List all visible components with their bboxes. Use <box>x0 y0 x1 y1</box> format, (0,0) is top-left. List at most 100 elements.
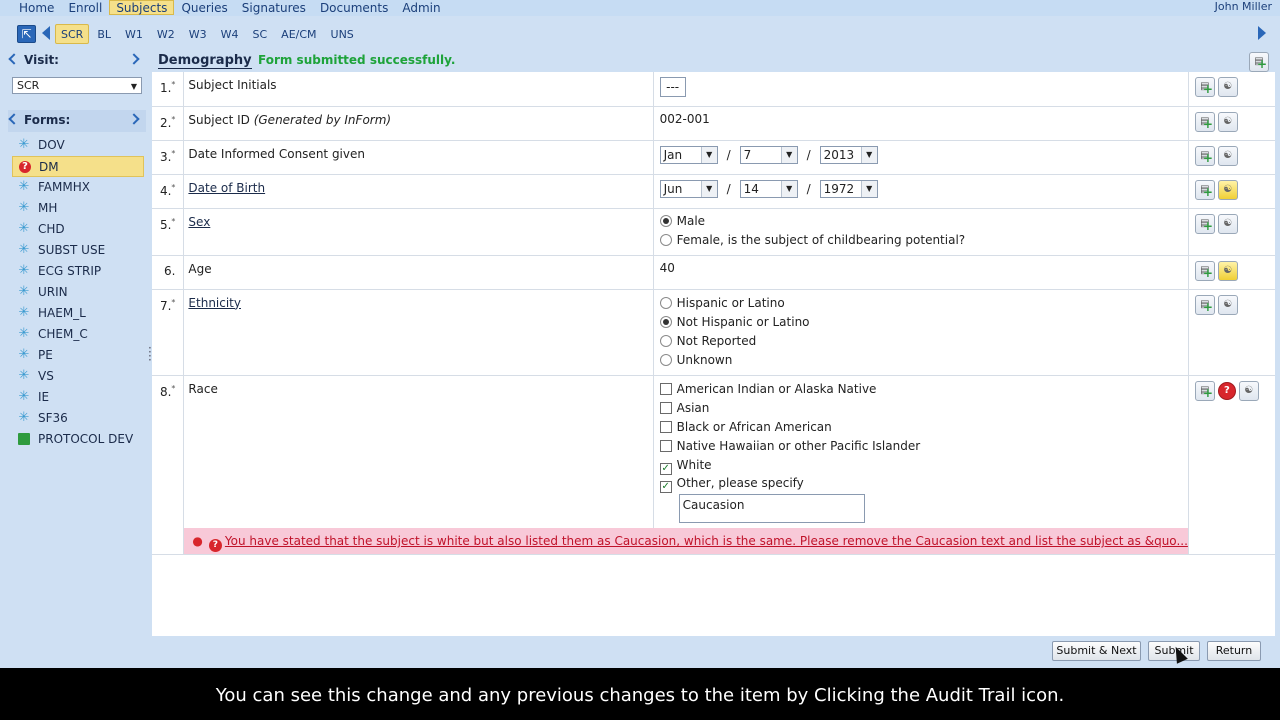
radio-unselected[interactable] <box>659 296 672 309</box>
visit-next-arrow-icon[interactable] <box>1258 26 1266 40</box>
audit-trail-changed-icon[interactable]: ☯ <box>1217 179 1238 200</box>
consent-year-select[interactable]: 2013 ▼ <box>819 145 878 164</box>
item-label[interactable]: Sex <box>188 215 210 229</box>
radio-unselected[interactable] <box>659 233 672 246</box>
add-comment-icon[interactable]: ▤ <box>1194 260 1215 282</box>
nav-documents[interactable]: Documents <box>313 0 395 15</box>
subject-initials-value[interactable]: --- <box>659 77 686 97</box>
return-button[interactable]: Return <box>1207 641 1261 661</box>
form-item-chd[interactable]: ✳ CHD <box>12 219 144 240</box>
audit-trail-icon[interactable]: ☯ <box>1217 145 1238 166</box>
radio-selected[interactable] <box>659 315 672 328</box>
audit-trail-changed-icon[interactable]: ☯ <box>1217 260 1238 281</box>
query-icon[interactable]: ? <box>1217 381 1236 400</box>
form-item-pe[interactable]: ✳ PE <box>12 345 144 366</box>
chevron-left-icon[interactable] <box>8 53 20 65</box>
form-item-fammhx[interactable]: ✳ FAMMHX <box>12 177 144 198</box>
radio-unselected[interactable] <box>659 353 672 366</box>
consent-month-select[interactable]: Jan ▼ <box>659 145 718 164</box>
race-option-white[interactable]: ✓ White <box>659 456 1182 475</box>
visit-tab-aecm[interactable]: AE/CM <box>275 24 322 44</box>
radio-selected[interactable] <box>659 214 672 227</box>
ethnicity-option-not-hispanic[interactable]: Not Hispanic or Latino <box>659 313 1182 332</box>
form-item-dm[interactable]: ? DM <box>12 156 144 177</box>
visit-select[interactable]: SCR ▼ <box>12 77 142 94</box>
nav-queries[interactable]: Queries <box>174 0 234 15</box>
checkbox-unchecked[interactable] <box>659 439 672 452</box>
visit-tab-uns[interactable]: UNS <box>325 24 360 44</box>
sex-option-female[interactable]: Female, is the subject of childbearing p… <box>659 231 1182 250</box>
visit-tab-scr[interactable]: SCR <box>55 24 90 44</box>
race-option-american-indian[interactable]: American Indian or Alaska Native <box>659 380 1182 399</box>
item-label[interactable]: Ethnicity <box>188 296 241 310</box>
query-message-link[interactable]: You have stated that the subject is whit… <box>225 534 1188 548</box>
consent-day-select[interactable]: 7 ▼ <box>739 145 798 164</box>
visit-tab-w4[interactable]: W4 <box>215 24 245 44</box>
form-item-ecg-strip[interactable]: ✳ ECG STRIP <box>12 261 144 282</box>
race-option-hawaiian[interactable]: Native Hawaiian or other Pacific Islande… <box>659 437 1182 456</box>
add-comment-icon[interactable]: ▤ <box>1194 111 1215 133</box>
add-comment-icon[interactable]: ▤ <box>1194 213 1215 235</box>
add-comment-icon[interactable]: ▤ <box>1194 145 1215 167</box>
race-option-asian[interactable]: Asian <box>659 399 1182 418</box>
ethnicity-option-hispanic[interactable]: Hispanic or Latino <box>659 294 1182 313</box>
form-item-subst-use[interactable]: ✳ SUBST USE <box>12 240 144 261</box>
user-name[interactable]: John Miller <box>1215 0 1272 14</box>
form-item-sf36[interactable]: ✳ SF36 <box>12 408 144 429</box>
form-item-urin[interactable]: ✳ URIN <box>12 282 144 303</box>
audit-trail-icon[interactable]: ☯ <box>1217 213 1238 234</box>
form-add-comment-icon[interactable]: ▤ <box>1249 52 1269 73</box>
query-icon: ? <box>19 161 31 173</box>
nav-home[interactable]: Home <box>12 0 61 15</box>
dob-day-select[interactable]: 14 ▼ <box>739 179 798 198</box>
nav-subjects[interactable]: Subjects <box>109 0 175 15</box>
audit-trail-icon[interactable]: ☯ <box>1217 77 1238 97</box>
item-row-consent-date: 3.* Date Informed Consent given Jan ▼/7 ▼ /… <box>152 140 1275 175</box>
nav-signatures[interactable]: Signatures <box>235 0 313 15</box>
form-item-ie[interactable]: ✳ IE <box>12 387 144 408</box>
audit-trail-icon[interactable]: ☯ <box>1217 111 1238 132</box>
form-item-vs[interactable]: ✳ VS <box>12 366 144 387</box>
audit-trail-icon[interactable]: ☯ <box>1238 380 1259 401</box>
add-comment-icon[interactable]: ▤ <box>1194 179 1215 201</box>
nav-enroll[interactable]: Enroll <box>61 0 109 15</box>
visit-tab-w3[interactable]: W3 <box>183 24 213 44</box>
item-label[interactable]: Date of Birth <box>188 181 265 195</box>
form-item-haem-l[interactable]: ✳ HAEM_L <box>12 303 144 324</box>
chevron-left-icon[interactable] <box>8 113 20 125</box>
form-item-chem-c[interactable]: ✳ CHEM_C <box>12 324 144 345</box>
checkbox-unchecked[interactable] <box>659 420 672 433</box>
option-label: Asian <box>676 400 710 415</box>
checkbox-checked[interactable]: ✓ <box>659 462 672 475</box>
visit-tab-w1[interactable]: W1 <box>119 24 149 44</box>
checkbox-unchecked[interactable] <box>659 382 672 395</box>
add-comment-icon[interactable]: ▤ <box>1194 77 1215 98</box>
checkbox-unchecked[interactable] <box>659 401 672 414</box>
form-item-mh[interactable]: ✳ MH <box>12 198 144 219</box>
visit-prev-arrow-icon[interactable] <box>42 26 50 40</box>
add-comment-icon[interactable]: ▤ <box>1194 294 1215 316</box>
form-item-dov[interactable]: ✳ DOV <box>12 135 144 156</box>
radio-unselected[interactable] <box>659 334 672 347</box>
visit-tab-w2[interactable]: W2 <box>151 24 181 44</box>
race-option-black[interactable]: Black or African American <box>659 418 1182 437</box>
form-item-protocol-dev[interactable]: PROTOCOL DEV <box>12 429 144 450</box>
dob-month-select[interactable]: Jun ▼ <box>659 179 718 198</box>
chevron-right-icon[interactable] <box>128 53 140 65</box>
dob-year-select[interactable]: 1972 ▼ <box>819 179 878 198</box>
ethnicity-option-unknown[interactable]: Unknown <box>659 351 1182 370</box>
visit-tab-bl[interactable]: BL <box>91 24 117 44</box>
subject-home-icon[interactable]: ⇱ <box>17 25 36 43</box>
add-comment-icon[interactable]: ▤ <box>1194 380 1215 402</box>
visit-tab-sc[interactable]: SC <box>247 24 274 44</box>
race-specify-input[interactable]: Caucasion <box>678 493 865 523</box>
select-value: 1972 <box>823 181 855 196</box>
chevron-right-icon[interactable] <box>128 113 140 125</box>
sex-option-male[interactable]: Male <box>659 212 1182 231</box>
audit-trail-icon[interactable]: ☯ <box>1217 294 1238 315</box>
checkbox-checked[interactable]: ✓ <box>659 480 672 493</box>
race-option-other[interactable]: ✓ Other, please specify <box>659 475 1182 493</box>
ethnicity-option-not-reported[interactable]: Not Reported <box>659 332 1182 351</box>
nav-admin[interactable]: Admin <box>395 0 447 15</box>
submit-next-button[interactable]: Submit & Next <box>1052 641 1141 661</box>
